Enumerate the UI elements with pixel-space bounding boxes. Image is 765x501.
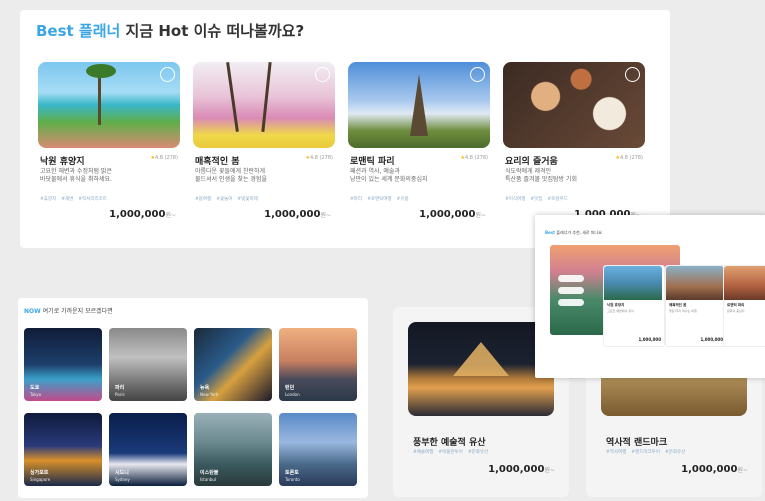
card-tags: #예술여행 #박물관투어 #문화유산: [413, 450, 489, 455]
popup-chip[interactable]: [558, 299, 584, 306]
tile-sublabel: Istanbul: [200, 477, 217, 482]
card-description: 고요한 해변에서 휴식: [607, 309, 634, 313]
popup-chip[interactable]: [558, 287, 584, 294]
card-name: 요리의 즐거움: [505, 157, 558, 167]
destination-tile[interactable]: 도쿄 Tokyo: [24, 328, 102, 401]
card-description: 식도락에게 제격인 특산품 즐겨볼 맛집탐방 기회: [505, 168, 577, 183]
destination-tile[interactable]: 이스탄불 Istanbul: [194, 413, 272, 486]
now-destinations-section: NOW 여기로 가까운지 모르겠다면 도쿄 Tokyo 파리 Paris 뉴욕 New…: [18, 298, 368, 498]
tile-label: 파리: [115, 385, 125, 391]
card-rating: ★4.8 (278): [150, 155, 178, 161]
section-title: Best 플래너 지금 Hot 이슈 떠나볼까요?: [36, 20, 304, 41]
card-tags: #봄여행 #꽃놀이 #벚꽃축제: [195, 197, 258, 202]
card-description: 문화의 중심지: [727, 309, 745, 313]
popup-mini-card[interactable]: 매혹적인 봄 꽃길 따라 떠나는 여행 1,000,000: [665, 265, 727, 347]
tile-sublabel: Tokyo: [30, 392, 42, 397]
card-image: [193, 62, 335, 148]
card-name: 낙원 휴양지: [40, 157, 85, 167]
card-image: [408, 322, 554, 416]
card-price: 1,000,000원~: [264, 209, 331, 220]
card-name: 로맨틱 파리: [727, 303, 745, 307]
tile-label: 싱가포르: [30, 470, 49, 476]
card-price: 1,000,000원~: [681, 464, 748, 475]
tile-sublabel: Toronto: [285, 477, 300, 482]
heart-icon[interactable]: [470, 67, 485, 82]
card-name: 매혹적인 봄: [669, 303, 687, 307]
title-accent: NOW: [24, 308, 41, 315]
card-description: 꽃길 따라 떠나는 여행: [669, 309, 697, 313]
card-price: 1,000,000원~: [109, 209, 176, 220]
tile-label: 런던: [285, 385, 295, 391]
card-image: [724, 266, 765, 300]
popup-chip[interactable]: [558, 275, 584, 282]
tile-sublabel: New York: [200, 392, 219, 397]
card-price: 1,000,000원~: [488, 464, 555, 475]
card-price: 1,000,000: [700, 337, 723, 342]
tile-label: 이스탄불: [200, 470, 219, 476]
card-image: [666, 266, 724, 300]
card-tags: #역사여행 #랜드마크투어 #문화유산: [606, 450, 686, 455]
tile-label: 도쿄: [30, 385, 40, 391]
card-image: [503, 62, 645, 148]
card-title: 풍부한 예술적 유산: [413, 438, 486, 448]
heart-icon[interactable]: [625, 67, 640, 82]
section-title: NOW 여기로 가까운지 모르겠다면: [24, 306, 113, 315]
trip-card[interactable]: 요리의 즐거움 ★4.8 (278) 식도락에게 제격인 특산품 즐겨볼 맛집탐…: [503, 62, 645, 220]
destination-tile[interactable]: 뉴욕 New York: [194, 328, 272, 401]
card-price: 1,000,000원~: [419, 209, 486, 220]
card-name: 낙원 휴양지: [607, 303, 625, 307]
title-accent: Best 플래너: [36, 22, 121, 40]
tile-sublabel: Sydney: [115, 477, 130, 482]
card-image: [604, 266, 662, 300]
tile-sublabel: London: [285, 392, 300, 397]
destination-tile[interactable]: 토론토 Toronto: [279, 413, 357, 486]
card-name: 매혹적인 봄: [195, 157, 240, 167]
tile-sublabel: Paris: [115, 392, 125, 397]
title-text: 지금 Hot 이슈 떠나볼까요?: [120, 22, 305, 40]
tile-label: 시드니: [115, 470, 129, 476]
card-description: 고요한 해변과 수정처럼 맑은 바닷물에서 휴식을 취하세요.: [40, 168, 112, 183]
tile-label: 토론토: [285, 470, 299, 476]
destination-tile[interactable]: 싱가포르 Singapore: [24, 413, 102, 486]
popup-title: Best 플래너가 추천, 새로 떠나요: [545, 230, 602, 235]
card-tags: #휴양지 #해변 #럭셔리리조트: [40, 197, 107, 202]
popup-mini-card[interactable]: 로맨틱 파리 문화의 중심지: [723, 265, 765, 347]
card-tags: #파리 #로맨틱여행 #유럽: [350, 197, 409, 202]
destination-tile[interactable]: 시드니 Sydney: [109, 413, 187, 486]
card-image: [38, 62, 180, 148]
popup-mini-card[interactable]: 낙원 휴양지 고요한 해변에서 휴식 1,000,000: [603, 265, 665, 347]
card-title: 역사적 랜드마크: [606, 438, 668, 448]
tile-label: 뉴욕: [200, 385, 210, 391]
trip-card[interactable]: 로맨틱 파리 ★4.8 (278) 패션과 역사, 예술과 낭만이 있는 세계 …: [348, 62, 490, 220]
card-rating: ★4.8 (278): [615, 155, 643, 161]
card-rating: ★4.8 (278): [460, 155, 488, 161]
destination-tile[interactable]: 런던 London: [279, 328, 357, 401]
card-image: [348, 62, 490, 148]
card-description: 패션과 역사, 예술과 낭만이 있는 세계 문화의중심지: [350, 168, 428, 183]
planner-preview-popup: Best 플래너가 추천, 새로 떠나요 낙원 휴양지 고요한 해변에서 휴식 …: [535, 215, 765, 378]
heart-icon[interactable]: [160, 67, 175, 82]
title-text: 여기로 가까운지 모르겠다면: [40, 308, 113, 315]
heart-icon[interactable]: [315, 67, 330, 82]
card-tags: #미식여행 #맛집 #로컬푸드: [505, 197, 568, 202]
best-planner-section: Best 플래너 지금 Hot 이슈 떠나볼까요? 낙원 휴양지 ★4.8 (2…: [20, 10, 670, 248]
card-name: 로맨틱 파리: [350, 157, 395, 167]
card-price: 1,000,000: [638, 337, 661, 342]
card-description: 아름다운 꽃들에게 찬란하게 물드셔서 인생을 찾는 경험을: [195, 168, 267, 183]
trip-card[interactable]: 매혹적인 봄 ★4.8 (278) 아름다운 꽃들에게 찬란하게 물드셔서 인생…: [193, 62, 335, 220]
trip-card[interactable]: 낙원 휴양지 ★4.8 (278) 고요한 해변과 수정처럼 맑은 바닷물에서 …: [38, 62, 180, 220]
card-rating: ★4.8 (278): [305, 155, 333, 161]
destination-tile[interactable]: 파리 Paris: [109, 328, 187, 401]
tile-sublabel: Singapore: [30, 477, 51, 482]
